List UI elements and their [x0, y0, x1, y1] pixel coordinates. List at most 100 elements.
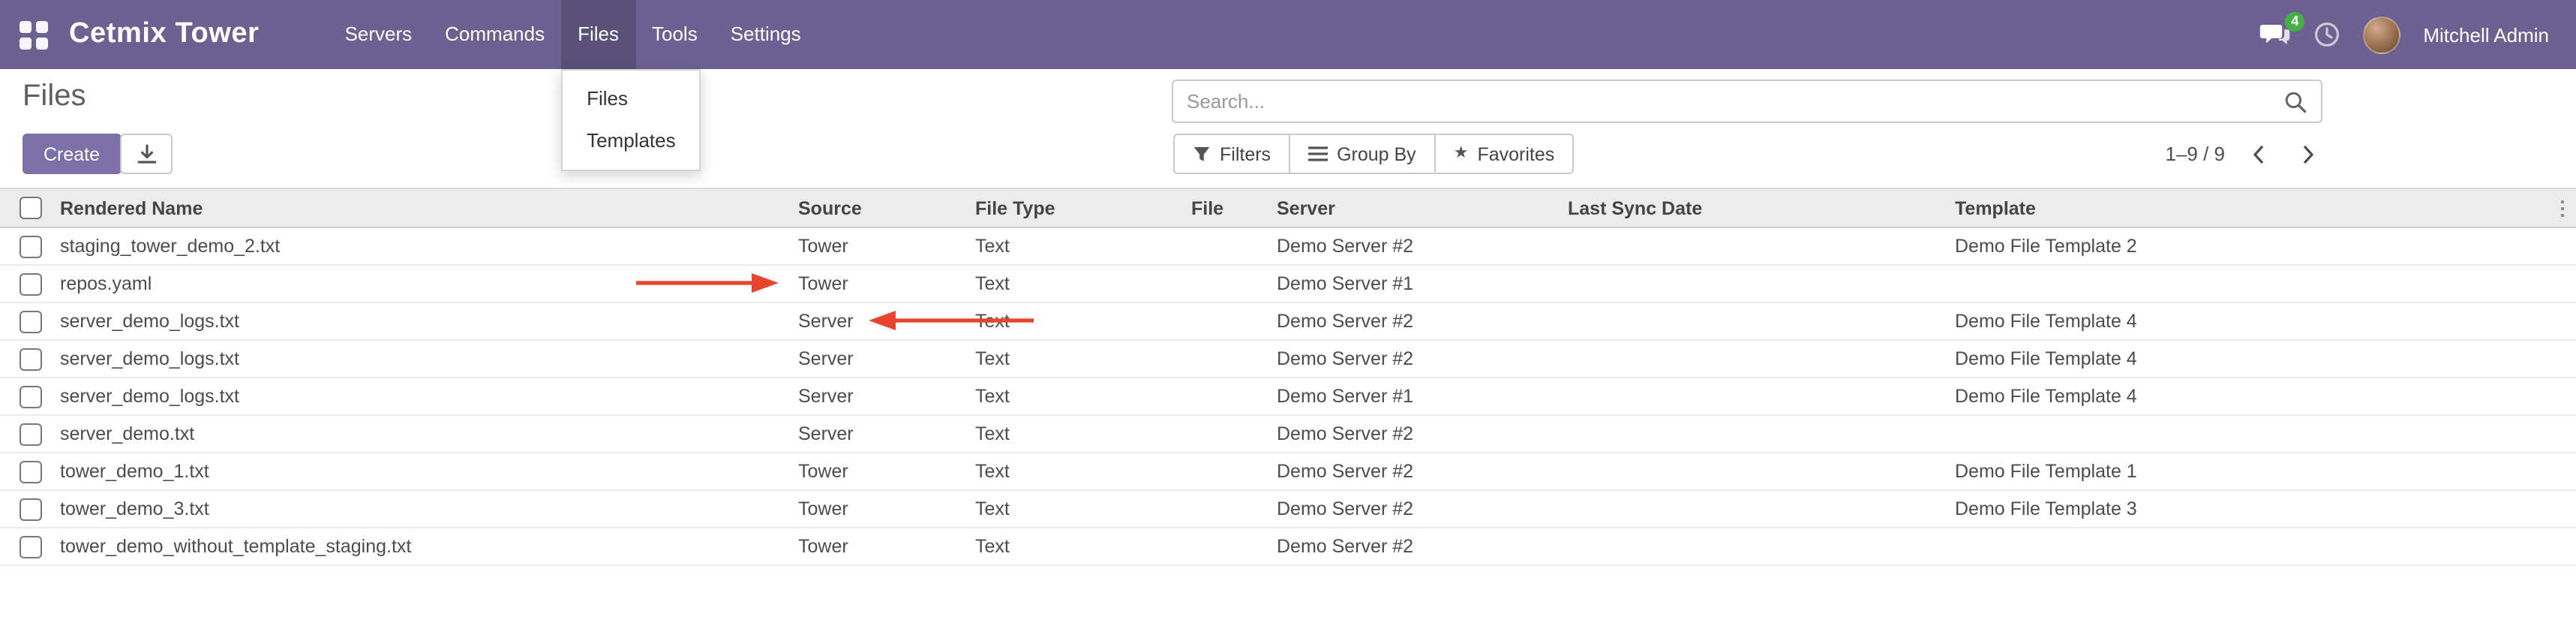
table-row[interactable]: staging_tower_demo_2.txt Tower Text Demo…: [0, 227, 2576, 265]
row-checkbox-cell[interactable]: [0, 227, 60, 265]
cell-file-type[interactable]: Text: [975, 453, 1191, 490]
cell-source[interactable]: Server: [798, 415, 975, 453]
row-checkbox[interactable]: [19, 348, 41, 370]
export-button[interactable]: [120, 134, 173, 174]
user-menu[interactable]: Mitchell Admin: [2423, 23, 2549, 46]
app-brand[interactable]: Cetmix Tower: [69, 18, 260, 51]
row-checkbox[interactable]: [19, 310, 41, 333]
cell-last-sync-date[interactable]: [1568, 340, 1955, 378]
table-row[interactable]: tower_demo_3.txt Tower Text Demo Server …: [0, 490, 2576, 528]
cell-rendered-name[interactable]: repos.yaml: [60, 265, 798, 302]
cell-last-sync-date[interactable]: [1568, 265, 1955, 302]
select-all-cell[interactable]: [0, 188, 60, 227]
cell-last-sync-date[interactable]: [1568, 302, 1955, 340]
cell-template[interactable]: Demo File Template 3: [1955, 490, 2549, 528]
favorites-button[interactable]: ★ Favorites: [1434, 134, 1575, 174]
cell-file[interactable]: [1191, 490, 1277, 528]
cell-rendered-name[interactable]: tower_demo_1.txt: [60, 453, 798, 490]
cell-server[interactable]: Demo Server #1: [1277, 265, 1568, 302]
cell-rendered-name[interactable]: server_demo_logs.txt: [60, 340, 798, 378]
row-checkbox[interactable]: [19, 423, 41, 445]
table-row[interactable]: server_demo_logs.txt Server Text Demo Se…: [0, 378, 2576, 415]
cell-source[interactable]: Tower: [798, 453, 975, 490]
cell-template[interactable]: Demo File Template 4: [1955, 378, 2549, 415]
row-checkbox[interactable]: [19, 498, 41, 520]
row-checkbox-cell[interactable]: [0, 302, 60, 340]
search-input[interactable]: [1187, 90, 2283, 113]
col-server[interactable]: Server: [1277, 188, 1568, 227]
cell-file-type[interactable]: Text: [975, 490, 1191, 528]
create-button[interactable]: Create: [23, 134, 121, 174]
cell-source[interactable]: Server: [798, 340, 975, 378]
nav-item-tools[interactable]: Tools: [635, 0, 714, 69]
avatar[interactable]: [2363, 16, 2400, 53]
cell-server[interactable]: Demo Server #2: [1277, 302, 1568, 340]
cell-file[interactable]: [1191, 340, 1277, 378]
cell-file[interactable]: [1191, 378, 1277, 415]
cell-file-type[interactable]: Text: [975, 340, 1191, 378]
pager-previous-button[interactable]: [2249, 140, 2268, 167]
cell-server[interactable]: Demo Server #2: [1277, 490, 1568, 528]
cell-rendered-name[interactable]: server_demo_logs.txt: [60, 302, 798, 340]
cell-file-type[interactable]: Text: [975, 302, 1191, 340]
cell-file-type[interactable]: Text: [975, 528, 1191, 565]
cell-source[interactable]: Server: [798, 378, 975, 415]
col-last-sync-date[interactable]: Last Sync Date: [1568, 188, 1955, 227]
cell-template[interactable]: [1955, 528, 2549, 565]
cell-rendered-name[interactable]: server_demo_logs.txt: [60, 378, 798, 415]
nav-item-commands[interactable]: Commands: [428, 0, 561, 69]
cell-template[interactable]: Demo File Template 1: [1955, 453, 2549, 490]
cell-file[interactable]: [1191, 302, 1277, 340]
cell-server[interactable]: Demo Server #2: [1277, 415, 1568, 453]
cell-source[interactable]: Tower: [798, 528, 975, 565]
cell-source[interactable]: Tower: [798, 265, 975, 302]
cell-server[interactable]: Demo Server #2: [1277, 340, 1568, 378]
cell-last-sync-date[interactable]: [1568, 490, 1955, 528]
row-checkbox-cell[interactable]: [0, 453, 60, 490]
row-checkbox-cell[interactable]: [0, 490, 60, 528]
cell-file[interactable]: [1191, 528, 1277, 565]
cell-template[interactable]: Demo File Template 4: [1955, 302, 2549, 340]
table-row[interactable]: tower_demo_without_template_staging.txt …: [0, 528, 2576, 565]
table-row[interactable]: repos.yaml Tower Text Demo Server #1: [0, 265, 2576, 302]
search-icon[interactable]: [2283, 89, 2307, 113]
nav-item-servers[interactable]: Servers: [329, 0, 429, 69]
group-by-button[interactable]: Group By: [1289, 134, 1436, 174]
messages-icon[interactable]: 4: [2259, 22, 2291, 47]
row-checkbox[interactable]: [19, 385, 41, 408]
row-checkbox-cell[interactable]: [0, 415, 60, 453]
cell-rendered-name[interactable]: staging_tower_demo_2.txt: [60, 227, 798, 265]
row-checkbox[interactable]: [19, 272, 41, 295]
row-checkbox-cell[interactable]: [0, 265, 60, 302]
cell-template[interactable]: [1955, 415, 2549, 453]
cell-source[interactable]: Server: [798, 302, 975, 340]
cell-file-type[interactable]: Text: [975, 378, 1191, 415]
menu-item-templates[interactable]: Templates: [563, 120, 700, 162]
row-checkbox[interactable]: [19, 460, 41, 483]
row-checkbox-cell[interactable]: [0, 378, 60, 415]
nav-item-files[interactable]: Files Files Templates: [561, 0, 635, 69]
cell-file[interactable]: [1191, 453, 1277, 490]
col-rendered-name[interactable]: Rendered Name: [60, 188, 798, 227]
menu-item-files[interactable]: Files: [563, 78, 700, 120]
cell-source[interactable]: Tower: [798, 490, 975, 528]
cell-file[interactable]: [1191, 415, 1277, 453]
cell-file-type[interactable]: Text: [975, 265, 1191, 302]
nav-item-settings[interactable]: Settings: [714, 0, 818, 69]
cell-template[interactable]: [1955, 265, 2549, 302]
cell-file[interactable]: [1191, 265, 1277, 302]
cell-server[interactable]: Demo Server #2: [1277, 453, 1568, 490]
col-file-type[interactable]: File Type: [975, 188, 1191, 227]
table-row[interactable]: server_demo.txt Server Text Demo Server …: [0, 415, 2576, 453]
cell-file-type[interactable]: Text: [975, 227, 1191, 265]
cell-server[interactable]: Demo Server #2: [1277, 227, 1568, 265]
cell-rendered-name[interactable]: tower_demo_without_template_staging.txt: [60, 528, 798, 565]
table-row[interactable]: server_demo_logs.txt Server Text Demo Se…: [0, 302, 2576, 340]
col-source[interactable]: Source: [798, 188, 975, 227]
cell-template[interactable]: Demo File Template 2: [1955, 227, 2549, 265]
table-row[interactable]: server_demo_logs.txt Server Text Demo Se…: [0, 340, 2576, 378]
col-template[interactable]: Template: [1955, 188, 2549, 227]
table-row[interactable]: tower_demo_1.txt Tower Text Demo Server …: [0, 453, 2576, 490]
cell-file[interactable]: [1191, 227, 1277, 265]
cell-last-sync-date[interactable]: [1568, 378, 1955, 415]
